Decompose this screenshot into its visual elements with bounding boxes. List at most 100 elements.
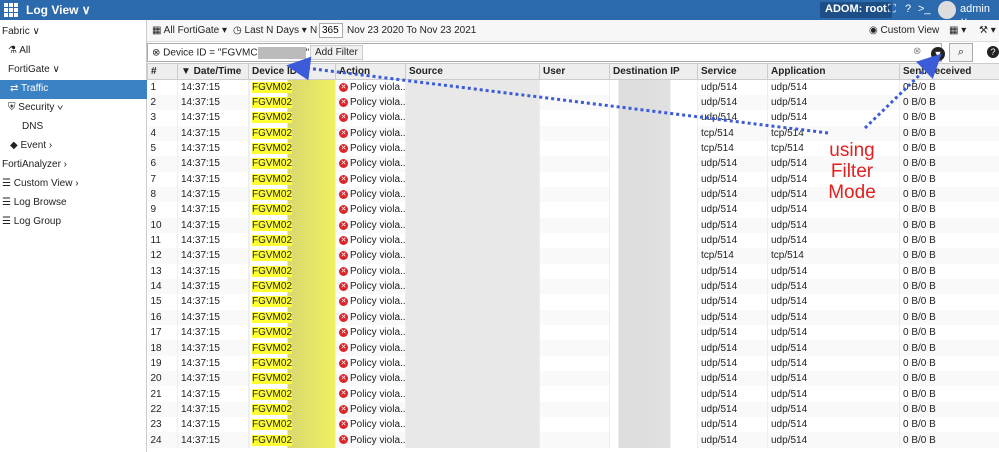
table-row[interactable]: 20 14:37:15 FGVM02 ✕ Policy viola... udp/514 u…: [147, 371, 999, 387]
action-text: Policy viola...: [350, 81, 406, 93]
row-user: [539, 110, 610, 126]
sidebar-item-event[interactable]: ◆ Event ›: [0, 137, 147, 156]
table-row[interactable]: 10 14:37:15 FGVM02 ✕ Policy viola... udp/514 u…: [147, 217, 999, 233]
column-header[interactable]: #: [147, 63, 178, 80]
row-datetime: 14:37:15: [177, 386, 249, 402]
fullscreen-icon[interactable]: ⛶: [888, 3, 896, 16]
column-header[interactable]: Sent/Received: [899, 63, 999, 80]
table-row[interactable]: 21 14:37:15 FGVM02 ✕ Policy viola... udp/514 u…: [147, 386, 999, 402]
row-action: ✕ Policy viola...: [335, 186, 406, 203]
tools-button[interactable]: ⚒ ▾: [979, 25, 996, 36]
table-row[interactable]: 12 14:37:15 FGVM02 ✕ Policy viola... tcp/514 t…: [147, 248, 999, 264]
table-row[interactable]: 11 14:37:15 FGVM02 ✕ Policy viola... udp/514 u…: [147, 232, 999, 249]
sidebar-item-fortianalyzer[interactable]: FortiAnalyzer ›: [0, 156, 147, 175]
row-action: ✕ Policy viola...: [335, 355, 406, 372]
deny-icon: ✕: [339, 266, 348, 276]
time-period-selector[interactable]: ◷ Last N Days ▾: [233, 25, 307, 36]
action-text: Policy viola...: [350, 342, 406, 354]
row-device-id: FGVM02: [248, 386, 336, 402]
row-destination-ip: [609, 94, 698, 111]
clear-filter-icon[interactable]: ⊗: [913, 46, 921, 57]
sidebar-item-all[interactable]: ⚗ All: [0, 42, 147, 61]
row-datetime: 14:37:15: [177, 202, 249, 218]
row-destination-ip: [609, 386, 698, 402]
sidebar-item-label: ☰ Log Group: [2, 216, 61, 227]
sidebar-item-security[interactable]: ⛨ Security ∨: [0, 99, 147, 118]
sidebar-item-custom-view[interactable]: ☰ Custom View ›: [0, 175, 147, 194]
sidebar-item-fortigate[interactable]: FortiGate ∨: [0, 61, 147, 80]
row-number: 20: [147, 371, 178, 387]
row-device-id: FGVM02: [248, 309, 336, 325]
table-row[interactable]: 15 14:37:15 FGVM02 ✕ Policy viola... udp/514 u…: [147, 294, 999, 310]
row-source: [405, 401, 540, 418]
table-row[interactable]: 1 14:37:15 FGVM02 ✕ Policy viola... udp/514 ud…: [147, 79, 999, 95]
filter-input[interactable]: ⊗ Device ID = "FGVMC " Add Filter ⊗ ▼: [147, 43, 945, 62]
table-row[interactable]: 22 14:37:15 FGVM02 ✕ Policy viola... udp/514 u…: [147, 401, 999, 418]
sidebar-item-traffic[interactable]: ⇄ Traffic: [0, 80, 147, 99]
column-header[interactable]: Application: [767, 63, 900, 80]
column-header[interactable]: Destination IP: [609, 63, 698, 80]
help-icon[interactable]: ?: [987, 46, 999, 58]
sidebar-item-log-browse[interactable]: ☰ Log Browse: [0, 194, 147, 213]
filter-mode-icon[interactable]: ▼: [931, 47, 945, 61]
app-menu-icon[interactable]: [4, 3, 18, 17]
search-button[interactable]: ⌕: [949, 43, 973, 62]
table-row[interactable]: 19 14:37:15 FGVM02 ✕ Policy viola... udp/514 u…: [147, 355, 999, 372]
row-source: [405, 125, 540, 141]
table-row[interactable]: 23 14:37:15 FGVM02 ✕ Policy viola... udp/514 u…: [147, 417, 999, 433]
row-service: udp/514: [697, 340, 768, 356]
table-row[interactable]: 9 14:37:15 FGVM02 ✕ Policy viola... udp/514 ud…: [147, 202, 999, 218]
row-user: [539, 401, 610, 418]
table-row[interactable]: 2 14:37:15 FGVM02 ✕ Policy viola... udp/514 ud…: [147, 94, 999, 111]
row-datetime: 14:37:15: [177, 325, 249, 341]
column-settings-button[interactable]: ▦ ▾: [949, 25, 966, 36]
row-action: ✕ Policy viola...: [335, 217, 406, 233]
table-row[interactable]: 14 14:37:15 FGVM02 ✕ Policy viola... udp/514 u…: [147, 278, 999, 295]
row-sent-received: 0 B/0 B: [899, 432, 999, 448]
table-row[interactable]: 17 14:37:15 FGVM02 ✕ Policy viola... udp/514 u…: [147, 325, 999, 341]
table-row[interactable]: 4 14:37:15 FGVM02 ✕ Policy viola... tcp/514 tc…: [147, 125, 999, 141]
deny-icon: ✕: [339, 435, 348, 445]
column-header[interactable]: Action: [335, 63, 406, 80]
adom-badge[interactable]: ADOM: root: [820, 2, 892, 18]
filter-chip-device-id[interactable]: ⊗ Device ID = "FGVMC ": [152, 47, 309, 59]
sidebar-item-dns[interactable]: DNS: [0, 118, 147, 137]
column-header[interactable]: Service: [697, 63, 768, 80]
deny-icon: ✕: [339, 143, 348, 153]
row-destination-ip: [609, 232, 698, 249]
row-application: udp/514: [767, 232, 900, 249]
help-icon[interactable]: ?: [905, 3, 911, 15]
row-device-id: FGVM02: [248, 294, 336, 310]
custom-view-button[interactable]: ◉ Custom View: [869, 25, 939, 36]
row-service: udp/514: [697, 309, 768, 325]
table-row[interactable]: 16 14:37:15 FGVM02 ✕ Policy viola... udp/514 u…: [147, 309, 999, 325]
row-application: udp/514: [767, 202, 900, 218]
row-sent-received: 0 B/0 B: [899, 110, 999, 126]
column-header[interactable]: Device ID: [248, 63, 336, 80]
device-id-text: FGVM02: [252, 327, 293, 339]
sidebar-item-fabric[interactable]: Fabric ∨: [0, 23, 147, 42]
device-selector[interactable]: ▦ All FortiGate ▾: [152, 25, 227, 36]
sidebar-item-log-group[interactable]: ☰ Log Group: [0, 213, 147, 232]
app-title-menu[interactable]: Log View ∨: [26, 3, 91, 17]
table-row[interactable]: 13 14:37:15 FGVM02 ✕ Policy viola... udp/514 u…: [147, 263, 999, 279]
column-header[interactable]: User: [539, 63, 610, 80]
row-device-id: FGVM02: [248, 232, 336, 249]
deny-icon: ✕: [339, 189, 348, 199]
row-action: ✕ Policy viola...: [335, 432, 406, 448]
device-id-text: FGVM02: [252, 373, 293, 385]
avatar[interactable]: [938, 1, 956, 19]
n-days-input[interactable]: [319, 23, 343, 38]
action-text: Policy viola...: [350, 235, 406, 247]
table-row[interactable]: 3 14:37:15 FGVM02 ✕ Policy viola... udp/514 ud…: [147, 110, 999, 126]
column-header[interactable]: ▼ Date/Time: [177, 63, 249, 80]
column-header[interactable]: Source: [405, 63, 540, 80]
table-row[interactable]: 24 14:37:15 FGVM02 ✕ Policy viola... udp/514 u…: [147, 432, 999, 448]
cli-icon[interactable]: >_: [918, 3, 931, 15]
device-id-text: FGVM02: [252, 265, 293, 277]
table-row[interactable]: 18 14:37:15 FGVM02 ✕ Policy viola... udp/514 u…: [147, 340, 999, 356]
row-application: tcp/514: [767, 125, 900, 141]
add-filter-button[interactable]: Add Filter: [310, 45, 363, 60]
row-number: 21: [147, 386, 178, 402]
filter-chip-quote: ": [305, 47, 310, 59]
